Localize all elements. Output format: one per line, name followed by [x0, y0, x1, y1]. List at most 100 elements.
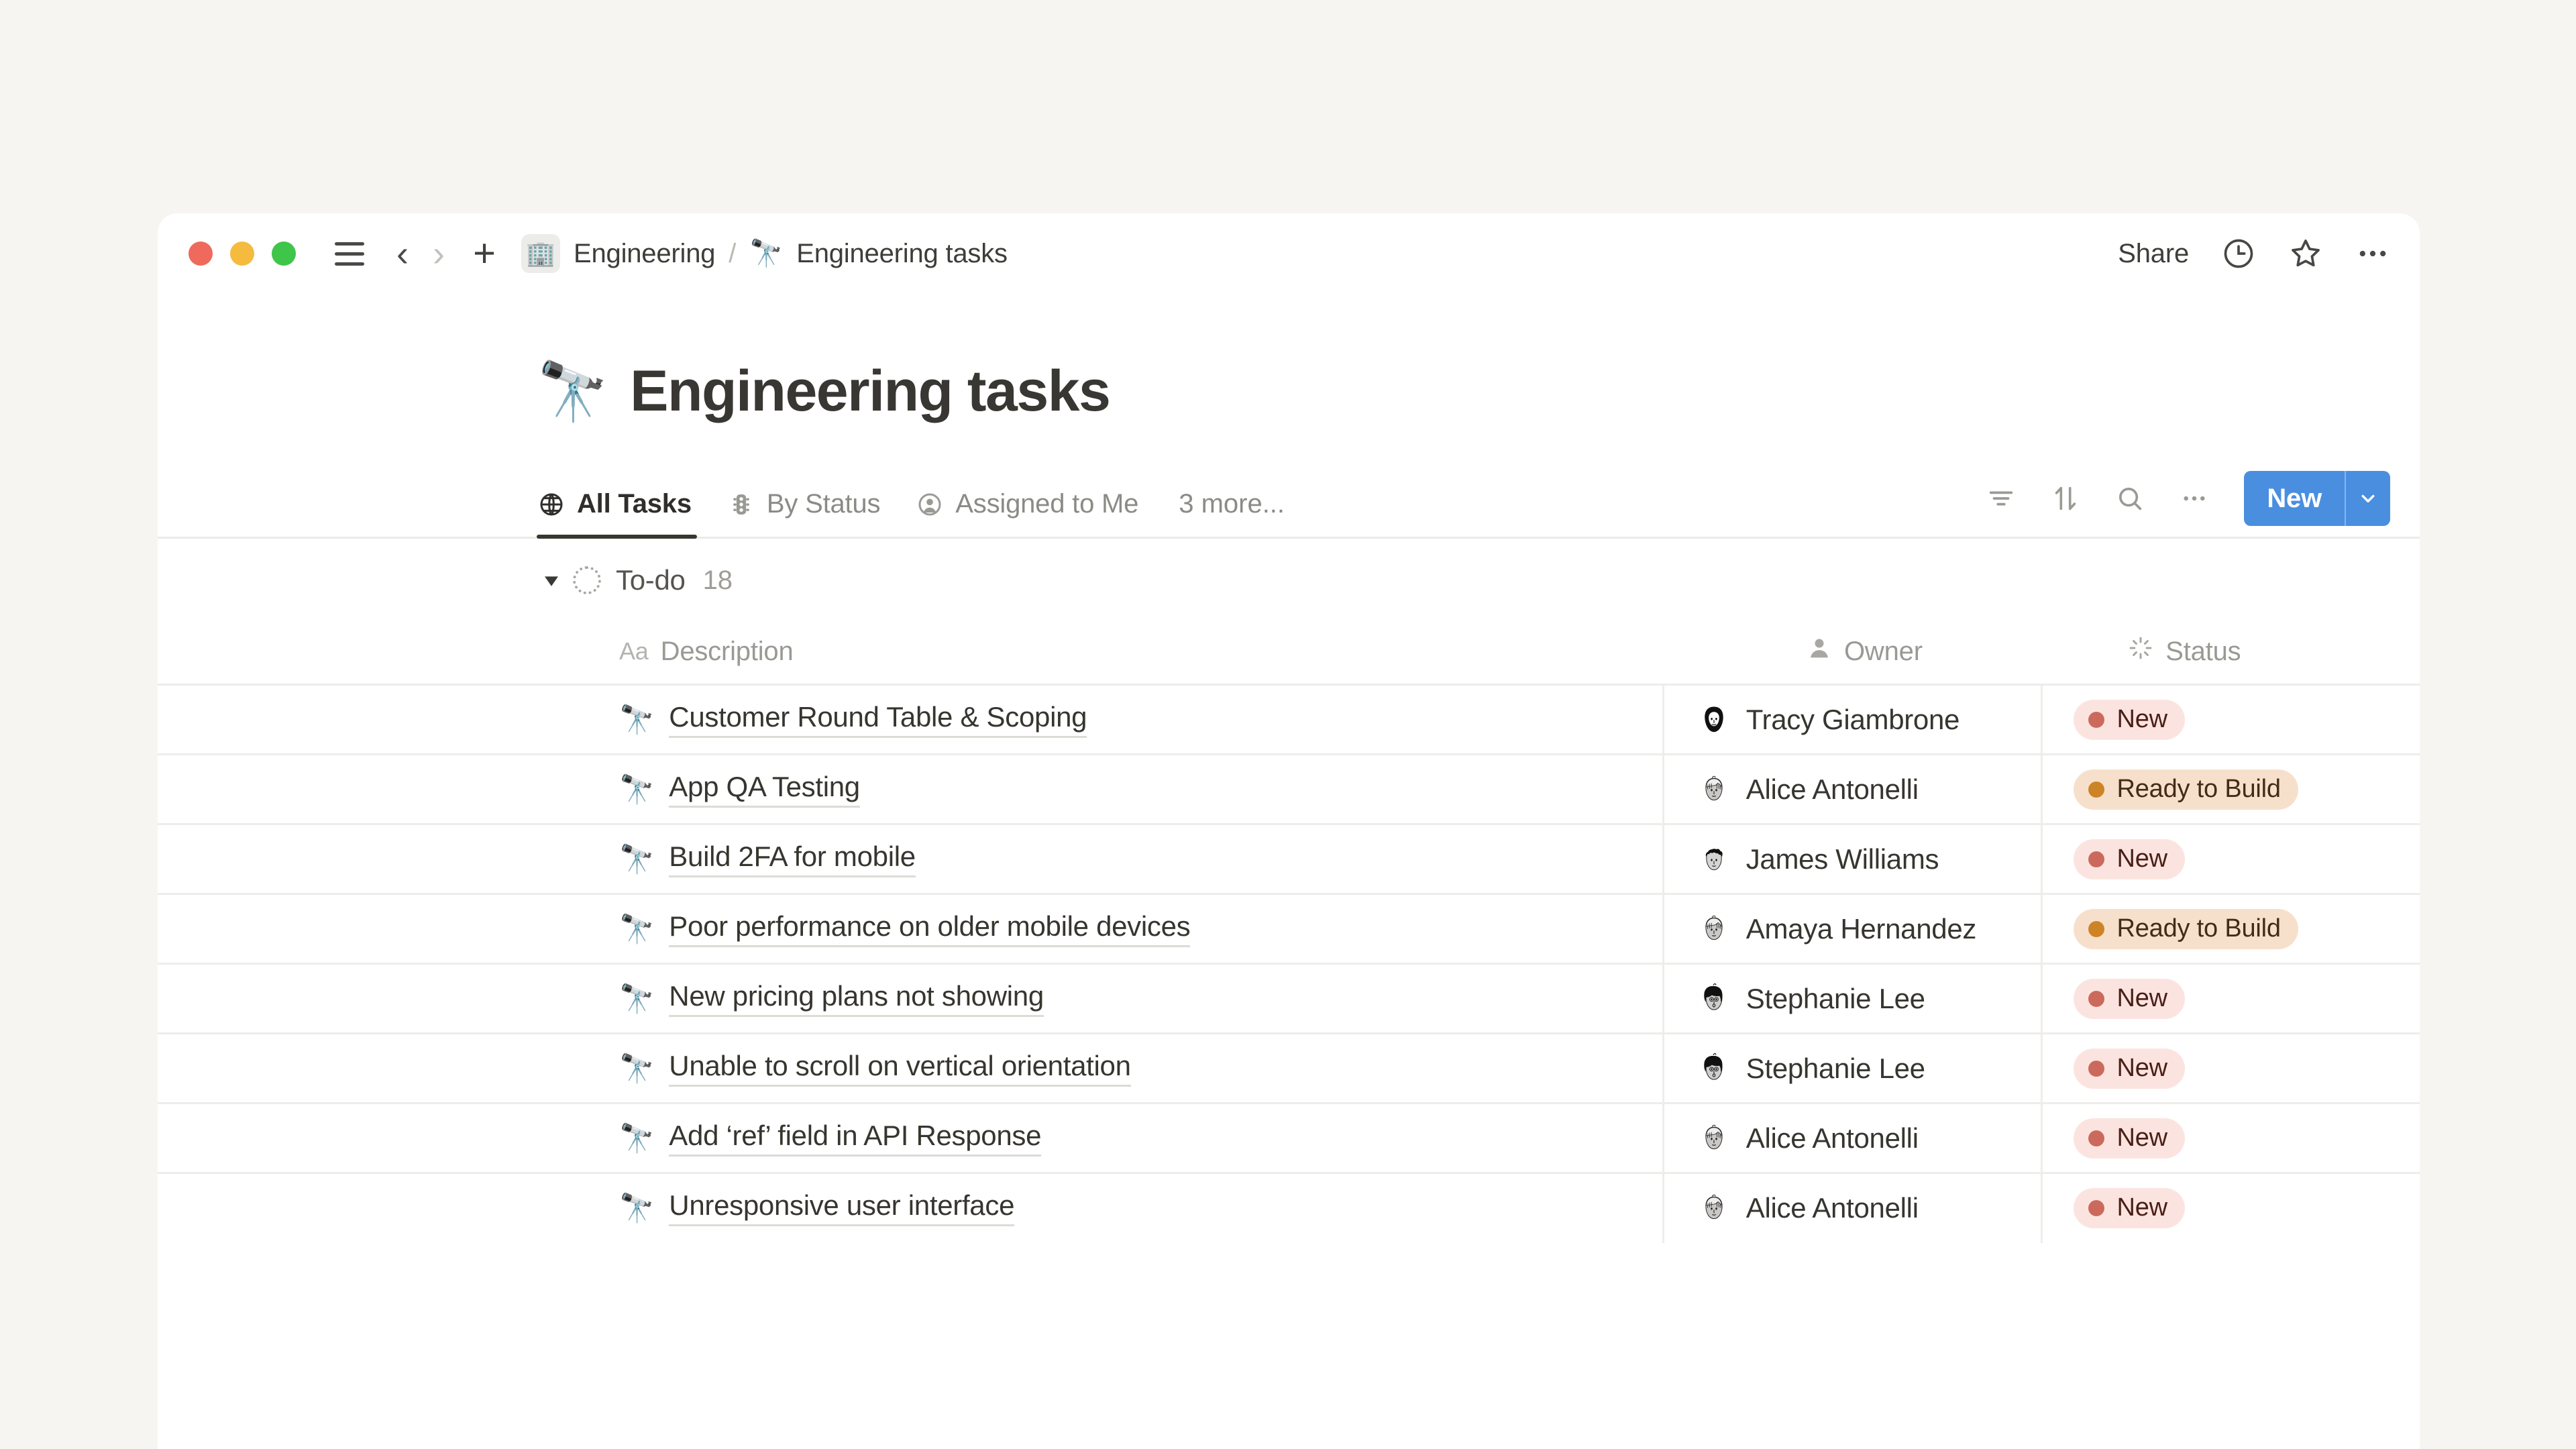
table-row[interactable]: 🔭 Build 2FA for mobile James Williams New: [158, 823, 2420, 893]
breadcrumb-page[interactable]: Engineering tasks: [796, 239, 1008, 269]
cell-status[interactable]: New: [2041, 1173, 2420, 1243]
table-row[interactable]: 🔭 App QA Testing Alice Antonelli Ready to B…: [158, 753, 2420, 823]
table-row[interactable]: 🔭Customer Round Table & Scoping Tracy Gia…: [158, 684, 2420, 753]
breadcrumb-workspace[interactable]: Engineering: [574, 239, 715, 269]
tab-all-tasks[interactable]: All Tasks: [537, 489, 709, 537]
status-badge[interactable]: New: [2074, 1118, 2184, 1159]
group-header[interactable]: To-do 18: [158, 539, 2420, 619]
cell-owner[interactable]: Stephanie Lee: [1662, 1034, 2041, 1104]
cell-description[interactable]: 🔭 Unresponsive user interface: [158, 1173, 1662, 1243]
share-button[interactable]: Share: [2118, 239, 2189, 269]
new-button[interactable]: New: [2244, 471, 2345, 526]
ellipsis-icon[interactable]: [2355, 236, 2390, 271]
binoculars-emoji: 🔭: [619, 845, 654, 873]
task-title[interactable]: Poor performance on older mobile devices: [669, 910, 1190, 947]
table-row[interactable]: 🔭 Poor performance on older mobile device…: [158, 893, 2420, 963]
column-header-description[interactable]: Aa Description: [158, 637, 1774, 667]
binoculars-emoji: 🔭: [619, 775, 654, 804]
cell-status[interactable]: New: [2041, 824, 2420, 894]
tab-by-status[interactable]: By Status: [709, 489, 898, 537]
new-page-icon[interactable]: +: [461, 234, 508, 273]
binoculars-emoji: 🔭: [619, 985, 654, 1013]
table-row[interactable]: 🔭 Add ‘ref’ field in API Response Alice An…: [158, 1102, 2420, 1172]
task-title[interactable]: Build 2FA for mobile: [669, 841, 916, 877]
cell-description[interactable]: 🔭Unable to scroll on vertical orientatio…: [158, 1034, 1662, 1104]
status-badge[interactable]: New: [2074, 1188, 2184, 1228]
cell-owner[interactable]: Stephanie Lee: [1662, 964, 2041, 1034]
back-icon[interactable]: ‹: [384, 235, 421, 272]
breadcrumb: 🏢 Engineering / 🔭 Engineering tasks: [521, 234, 1008, 273]
table-header-row: Aa Description Owner: [158, 619, 2420, 684]
binoculars-emoji[interactable]: 🔭: [537, 363, 608, 421]
sidebar-toggle-icon[interactable]: [331, 235, 368, 272]
star-icon[interactable]: [2288, 236, 2323, 271]
cell-description[interactable]: 🔭 App QA Testing: [158, 755, 1662, 824]
page-title[interactable]: Engineering tasks: [630, 358, 1110, 425]
person-circle-icon: [915, 490, 945, 519]
close-window-button[interactable]: [189, 241, 213, 266]
cell-owner[interactable]: Tracy Giambrone: [1662, 685, 2041, 755]
owner-name: Alice Antonelli: [1746, 1192, 1919, 1224]
app-window: ‹ › + 🏢 Engineering / 🔭 Engineering task…: [158, 213, 2420, 1449]
cell-description[interactable]: 🔭 Poor performance on older mobile device…: [158, 894, 1662, 964]
task-title[interactable]: Unable to scroll on vertical orientation: [669, 1050, 1130, 1087]
cell-description[interactable]: 🔭Customer Round Table & Scoping: [158, 685, 1662, 755]
tab-assigned-to-me[interactable]: Assigned to Me: [898, 489, 1156, 537]
sort-icon[interactable]: [2033, 478, 2098, 519]
binoculars-emoji: 🔭: [619, 1124, 654, 1152]
status-label: New: [2116, 1193, 2167, 1222]
person-icon: [1807, 635, 1832, 667]
task-title[interactable]: New pricing plans not showing: [669, 980, 1044, 1017]
minimize-window-button[interactable]: [230, 241, 254, 266]
status-dot: [2088, 712, 2104, 728]
status-badge[interactable]: New: [2074, 1049, 2184, 1089]
more-icon[interactable]: [2162, 478, 2226, 519]
status-badge[interactable]: New: [2074, 839, 2184, 879]
cell-description[interactable]: 🔭 Build 2FA for mobile: [158, 824, 1662, 894]
cell-status[interactable]: Ready to Build: [2041, 894, 2420, 964]
cell-owner[interactable]: James Williams: [1662, 824, 2041, 894]
status-label: Ready to Build: [2116, 775, 2280, 804]
new-button-caret[interactable]: [2346, 471, 2390, 526]
workspace-icon[interactable]: 🏢: [521, 234, 560, 273]
avatar: [1697, 702, 1731, 737]
forward-icon[interactable]: ›: [421, 235, 457, 272]
table-row[interactable]: 🔭 New pricing plans not showing Stephanie …: [158, 963, 2420, 1032]
column-header-owner[interactable]: Owner: [1774, 635, 2097, 667]
owner-name: James Williams: [1746, 843, 1939, 875]
status-badge[interactable]: Ready to Build: [2074, 769, 2298, 810]
binoculars-emoji: 🔭: [619, 1194, 654, 1222]
avatar: [1697, 1051, 1731, 1086]
status-badge[interactable]: New: [2074, 700, 2184, 740]
filter-icon[interactable]: [1969, 478, 2033, 519]
cell-status[interactable]: Ready to Build: [2041, 755, 2420, 824]
triangle-down-icon[interactable]: [537, 570, 566, 590]
cell-owner[interactable]: Alice Antonelli: [1662, 1104, 2041, 1173]
clock-icon[interactable]: [2221, 236, 2256, 271]
owner-name: Tracy Giambrone: [1746, 704, 1960, 736]
binoculars-emoji: 🔭: [619, 915, 654, 943]
cell-description[interactable]: 🔭 New pricing plans not showing: [158, 964, 1662, 1034]
table-row[interactable]: 🔭Unable to scroll on vertical orientatio…: [158, 1032, 2420, 1102]
cell-status[interactable]: New: [2041, 1104, 2420, 1173]
column-header-status[interactable]: Status: [2097, 635, 2420, 667]
status-badge[interactable]: New: [2074, 979, 2184, 1019]
cell-owner[interactable]: Alice Antonelli: [1662, 1173, 2041, 1243]
task-title[interactable]: Add ‘ref’ field in API Response: [669, 1120, 1041, 1157]
more-views-button[interactable]: 3 more...: [1156, 489, 1285, 537]
status-label: New: [2116, 1054, 2167, 1083]
task-title[interactable]: Unresponsive user interface: [669, 1189, 1014, 1226]
cell-status[interactable]: New: [2041, 964, 2420, 1034]
status-label: New: [2116, 1124, 2167, 1152]
table-row[interactable]: 🔭 Unresponsive user interface Alice Antone…: [158, 1172, 2420, 1242]
status-badge[interactable]: Ready to Build: [2074, 909, 2298, 949]
task-title[interactable]: App QA Testing: [669, 771, 860, 808]
maximize-window-button[interactable]: [272, 241, 296, 266]
cell-description[interactable]: 🔭 Add ‘ref’ field in API Response: [158, 1104, 1662, 1173]
search-icon[interactable]: [2098, 478, 2162, 519]
cell-status[interactable]: New: [2041, 1034, 2420, 1104]
task-title[interactable]: Customer Round Table & Scoping: [669, 701, 1087, 738]
cell-owner[interactable]: Amaya Hernandez: [1662, 894, 2041, 964]
cell-owner[interactable]: Alice Antonelli: [1662, 755, 2041, 824]
cell-status[interactable]: New: [2041, 685, 2420, 755]
